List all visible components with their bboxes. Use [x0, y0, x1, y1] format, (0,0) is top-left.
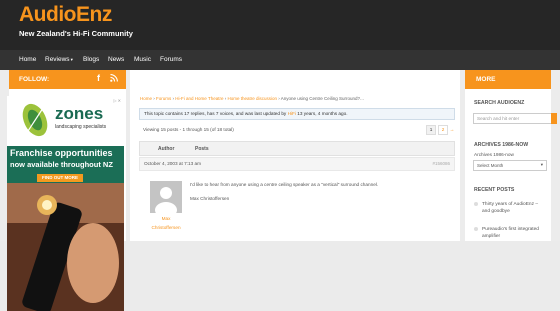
flashlight-image [7, 183, 124, 311]
user-icon [150, 181, 182, 213]
find-out-more-button[interactable]: FIND OUT MORE [37, 174, 83, 182]
recent-post-title: Thirty years of AudioEnz – and goodbye [482, 201, 538, 215]
chevron-down-icon: ▾ [540, 162, 543, 167]
recent-post-line: Pureaudio's first integrated [482, 227, 539, 232]
search-placeholder: Search and hit enter [477, 116, 520, 121]
pagination-page-2[interactable]: 2 [438, 125, 448, 135]
post-author[interactable]: Max Christoffersen [144, 214, 188, 232]
post-signature: Max Christoffersen [190, 196, 230, 201]
notice-part2: 13 years, 4 months ago. [295, 111, 348, 116]
recent-post-line: Thirty years of AudioEnz – [482, 202, 538, 207]
breadcrumb-current: Anyone using Centre Ceiling Surround?... [280, 96, 364, 101]
archives-label: Archives 1986-now [474, 152, 514, 157]
recent-post-item[interactable]: Pureaudio's first integrated amplifier [474, 226, 554, 240]
pagination-next[interactable]: → [448, 125, 456, 135]
nav-item-forums[interactable]: Forums [160, 56, 182, 63]
site-header: AudioEnz New Zealand's Hi-Fi Community [0, 0, 560, 50]
topic-notice-text: This topic contains 17 replies, has 7 vo… [144, 111, 348, 116]
pagination-current: 1 [426, 125, 436, 135]
breadcrumb-home-theatre[interactable]: Home theatre discussion [227, 96, 277, 101]
chevron-down-icon: ▾ [70, 57, 73, 62]
breadcrumb-home[interactable]: Home [140, 96, 152, 101]
nav-item-blogs[interactable]: Blogs [83, 56, 99, 63]
search-input[interactable]: Search and hit enter [473, 113, 557, 124]
nav-item-home[interactable]: Home [19, 56, 36, 63]
nav-item-reviews-label: Reviews [45, 56, 70, 63]
topic-notice: This topic contains 17 replies, has 7 vo… [139, 108, 455, 120]
ad-photo-flashlight [7, 183, 124, 311]
viewing-count: Viewing 15 posts - 1 through 15 (of 18 t… [143, 127, 234, 132]
zones-leaf-logo [22, 103, 48, 137]
more-bar: MORE [465, 70, 551, 89]
more-label: MORE [476, 76, 496, 83]
follow-bar: FOLLOW: f [9, 70, 126, 89]
table-header: Author Posts [139, 141, 455, 156]
ad-choices-icon[interactable]: ▷ ✕ [113, 98, 121, 103]
zones-advert[interactable]: ▷ ✕ zones landscaping specialists Franch… [7, 96, 124, 311]
recent-post-line: and goodbye [482, 209, 510, 214]
notice-part1: This topic contains 17 replies, has 7 vo… [144, 111, 288, 116]
post-meta-row: October 4, 2003 at 7:13 am #156086 [139, 157, 455, 171]
post-date: October 4, 2003 at 7:13 am [144, 161, 202, 166]
nav-item-music[interactable]: Music [134, 56, 151, 63]
post-author-last: Christoffersen [151, 225, 181, 230]
bullet-icon [474, 202, 478, 206]
promo-band: Franchise opportunities now available th… [7, 146, 124, 183]
archive-month-select[interactable]: Select Month ▾ [473, 160, 547, 171]
archives-widget-title: ARCHIVES 1986-NOW [474, 142, 529, 148]
post-body: I'd like to hear from anyone using a cen… [190, 182, 379, 187]
breadcrumb: Home › Forums › Hi-Fi and Home Theatre ›… [140, 96, 364, 101]
search-widget-title: SEARCH AUDIOENZ [474, 100, 525, 106]
zones-subtitle: landscaping specialists [55, 124, 107, 130]
search-submit-button[interactable] [551, 113, 557, 124]
column-author: Author [158, 146, 175, 152]
recent-post-title: Pureaudio's first integrated amplifier [482, 226, 539, 240]
nav-item-news[interactable]: News [108, 56, 124, 63]
recent-post-item[interactable]: Thirty years of AudioEnz – and goodbye [474, 201, 554, 215]
site-tagline: New Zealand's Hi-Fi Community [19, 29, 133, 38]
site-logo[interactable]: AudioEnz [19, 3, 112, 27]
zones-brand: zones [55, 104, 104, 123]
notice-user-link[interactable]: HiFi [288, 111, 296, 116]
bullet-icon [474, 227, 478, 231]
post-author-first: Max [161, 216, 171, 221]
main-content: Home › Forums › Hi-Fi and Home Theatre ›… [130, 70, 460, 241]
follow-label: FOLLOW: [19, 76, 50, 83]
nav-item-reviews[interactable]: Reviews▾ [45, 56, 73, 63]
recent-posts-title: RECENT POSTS [474, 187, 515, 193]
avatar[interactable] [150, 181, 182, 213]
post-permalink[interactable]: #156086 [432, 161, 450, 166]
archive-month-selected: Select Month [477, 163, 504, 168]
breadcrumb-forums[interactable]: Forums [156, 96, 171, 101]
promo-headline: Franchise opportunities [10, 148, 113, 158]
column-posts: Posts [195, 146, 209, 152]
main-nav: Home Reviews▾ Blogs News Music Forums [0, 50, 560, 70]
rss-icon[interactable] [110, 74, 118, 82]
facebook-icon[interactable]: f [97, 73, 100, 83]
recent-post-line: amplifier [482, 234, 501, 239]
promo-subline: now available throughout NZ [10, 160, 113, 169]
breadcrumb-hifi[interactable]: Hi-Fi and Home Theatre [175, 96, 223, 101]
